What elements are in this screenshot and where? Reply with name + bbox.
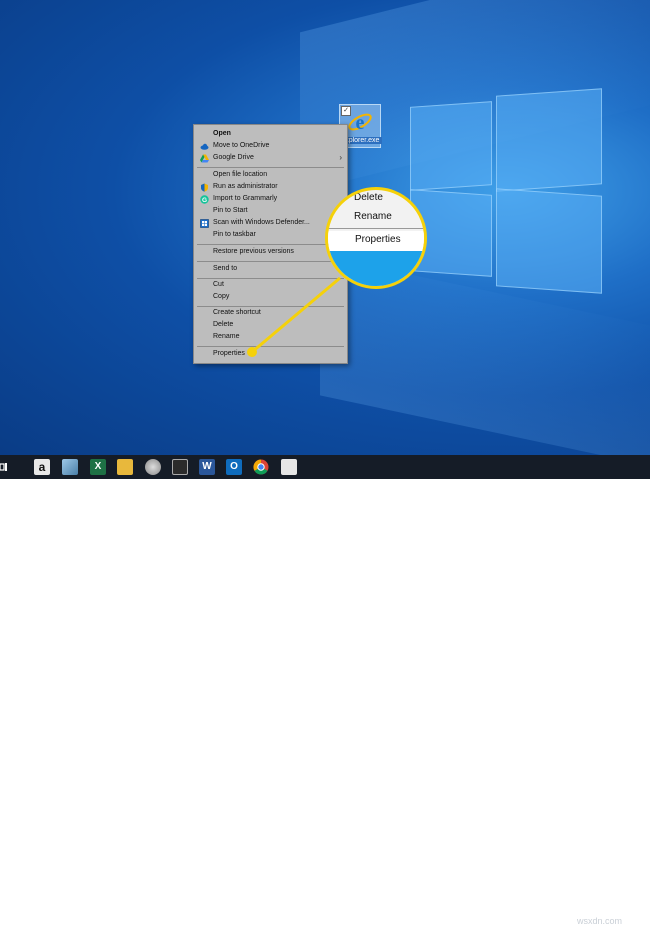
- outlook-icon[interactable]: O: [226, 459, 242, 475]
- zoomed-properties-item: Properties: [328, 231, 424, 251]
- app-icon-2[interactable]: [145, 459, 161, 475]
- photos-icon[interactable]: [172, 459, 188, 475]
- zoomed-rename-label: Rename: [354, 211, 392, 222]
- zoomed-properties-label: Properties: [355, 234, 401, 245]
- app-icon[interactable]: [62, 459, 78, 475]
- chrome-icon[interactable]: [253, 459, 269, 475]
- zoom-magnifier: Delete Rename Properties: [325, 187, 427, 289]
- zoomed-desktop-background: [328, 251, 424, 286]
- zoomed-delete-label: Delete: [354, 192, 383, 203]
- app-icon-3[interactable]: [281, 459, 297, 475]
- watermark: wsxdn.com: [577, 916, 623, 926]
- callout-dot: [247, 347, 257, 357]
- excel-icon[interactable]: X: [90, 459, 106, 475]
- task-view-icon[interactable]: [0, 459, 16, 475]
- taskbar: a X W O wsxdn.com: [0, 455, 650, 926]
- callout-line: [251, 276, 341, 354]
- amazon-icon[interactable]: a: [34, 459, 50, 475]
- word-icon[interactable]: W: [199, 459, 215, 475]
- zoomed-separator: [328, 228, 424, 229]
- file-explorer-icon[interactable]: [117, 459, 133, 475]
